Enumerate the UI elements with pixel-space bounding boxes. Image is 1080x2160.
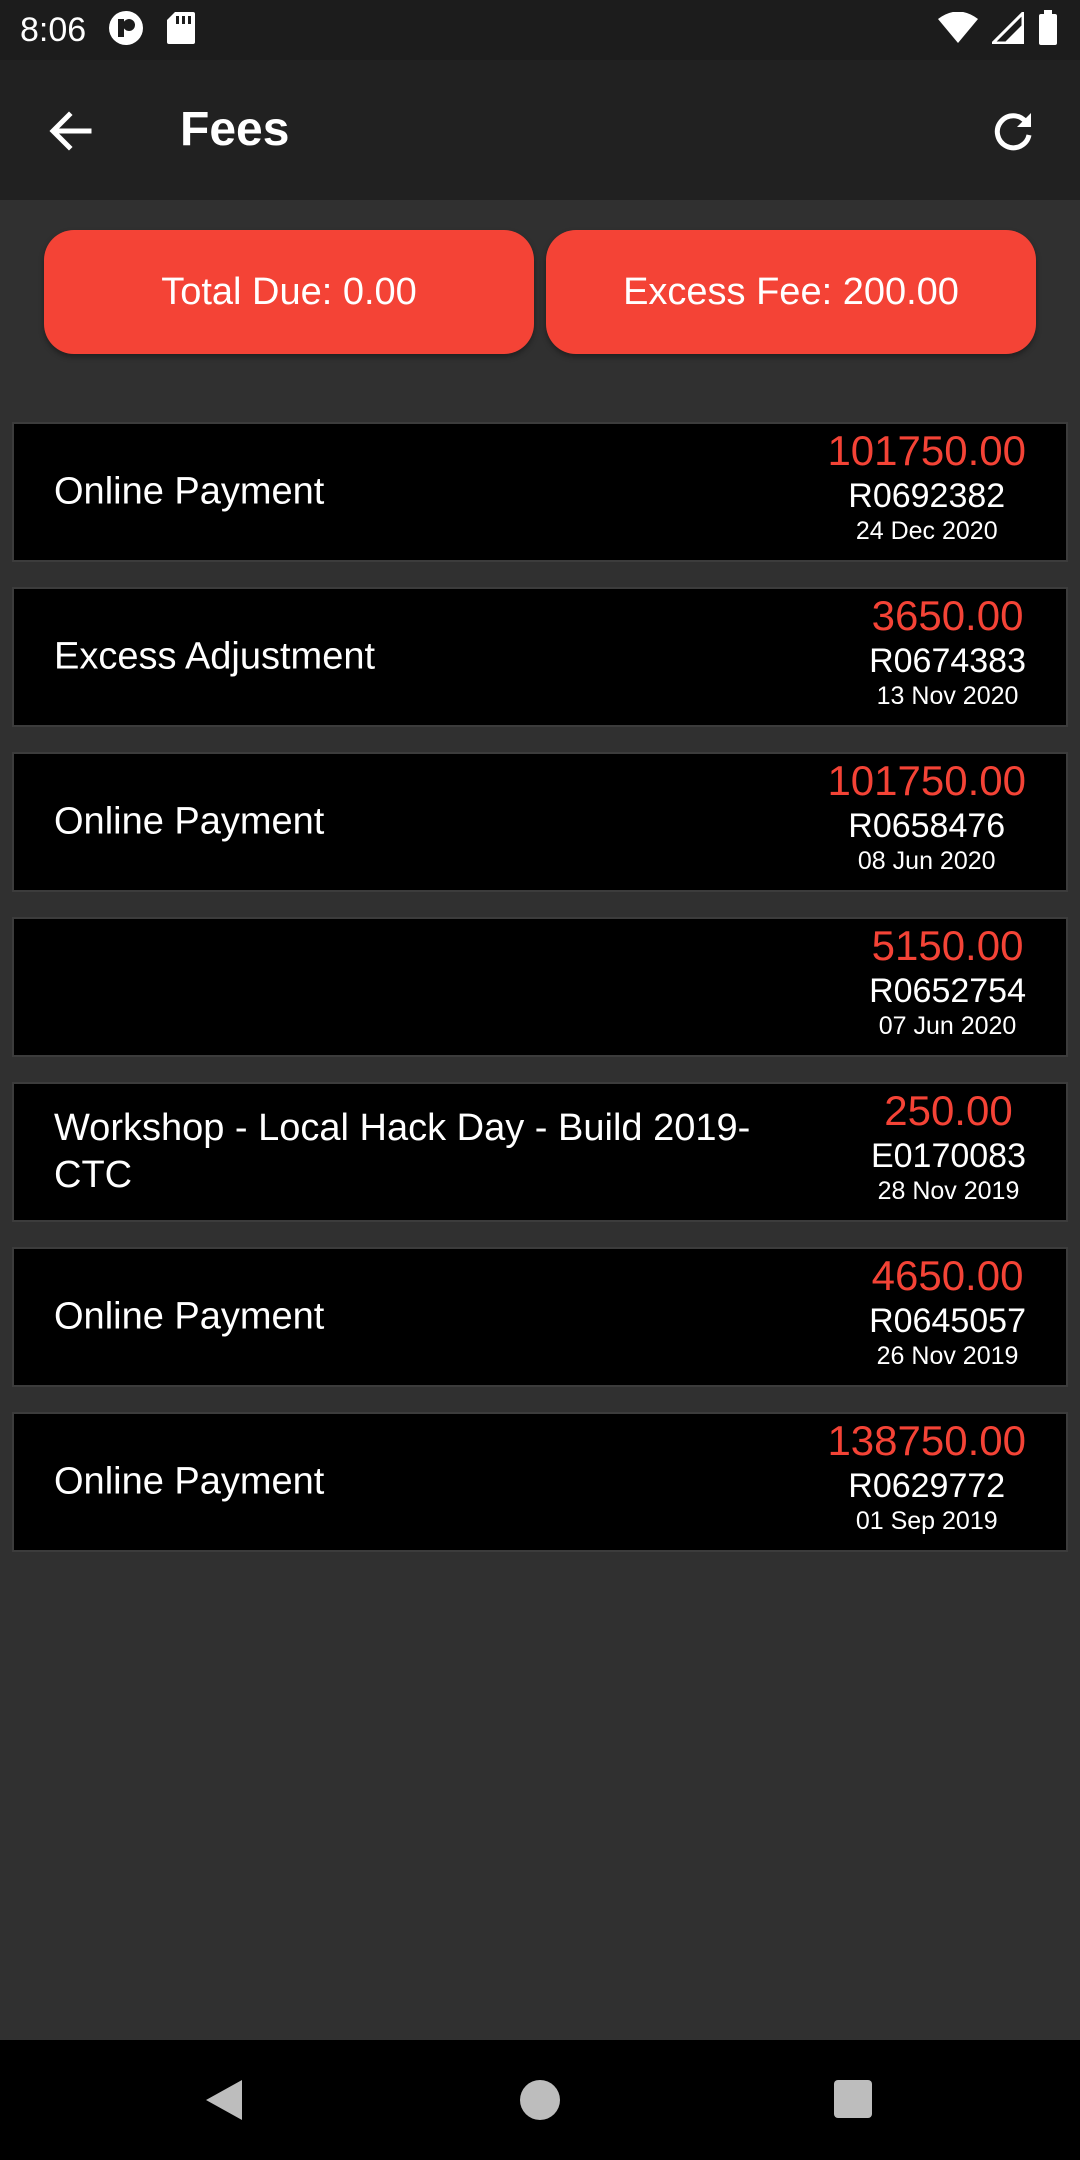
transaction-date: 13 Nov 2020 — [876, 682, 1019, 710]
transaction-receipt: E0170083 — [870, 1137, 1026, 1175]
transaction-item[interactable]: 5150.00 R0652754 07 Jun 2020 — [12, 917, 1068, 1057]
app-bar: Fees — [0, 60, 1080, 200]
back-button[interactable] — [40, 100, 102, 162]
transaction-amount: 101750.00 — [827, 757, 1026, 804]
transaction-item[interactable]: Online Payment 101750.00 R0658476 08 Jun… — [12, 752, 1068, 892]
transaction-amount: 250.00 — [884, 1087, 1013, 1134]
transaction-date: 08 Jun 2020 — [857, 847, 996, 875]
nav-home-icon[interactable] — [520, 2080, 560, 2120]
nav-back-button[interactable] — [204, 2078, 244, 2127]
wifi-icon — [938, 11, 978, 49]
transaction-date: 07 Jun 2020 — [878, 1012, 1017, 1040]
transaction-amount: 101750.00 — [827, 427, 1026, 474]
transaction-list: Online Payment 101750.00 R0692382 24 Dec… — [12, 422, 1068, 1577]
transaction-item[interactable]: Online Payment 4650.00 R0645057 26 Nov 2… — [12, 1247, 1068, 1387]
system-nav-bar — [0, 2040, 1080, 2160]
signal-icon — [989, 8, 1025, 49]
transaction-receipt: R0674383 — [869, 642, 1026, 680]
transaction-description: Online Payment — [54, 1295, 325, 1338]
transaction-amount: 138750.00 — [827, 1417, 1026, 1464]
status-bar: 8:06 — [0, 0, 1080, 60]
transaction-description: Excess Adjustment — [54, 635, 376, 678]
transaction-receipt: R0692382 — [848, 477, 1006, 515]
transaction-receipt: R0658476 — [848, 807, 1006, 845]
transaction-description: Online Payment — [54, 800, 325, 843]
total-due-button[interactable]: Total Due: 0.00 — [44, 230, 534, 354]
transaction-item[interactable]: Workshop - Local Hack Day - Build 2019-C… — [12, 1082, 1068, 1222]
excess-fee-button[interactable]: Excess Fee: 200.00 — [546, 230, 1036, 354]
refresh-icon — [994, 113, 1032, 151]
transaction-receipt: R0645057 — [869, 1302, 1026, 1340]
transaction-receipt: R0629772 — [848, 1467, 1006, 1505]
transaction-description: Workshop - Local Hack Day - Build 2019-C… — [54, 1107, 751, 1196]
transaction-item[interactable]: Excess Adjustment 3650.00 R0674383 13 No… — [12, 587, 1068, 727]
refresh-button[interactable] — [982, 100, 1044, 162]
battery-icon — [1038, 9, 1058, 51]
transaction-date: 24 Dec 2020 — [855, 517, 998, 545]
nav-recent-icon[interactable] — [834, 2080, 872, 2118]
sd-card-icon — [166, 11, 196, 50]
transaction-amount: 4650.00 — [871, 1252, 1024, 1299]
status-time: 8:06 — [20, 10, 87, 49]
transaction-date: 01 Sep 2019 — [855, 1507, 998, 1535]
transaction-description: Online Payment — [54, 1460, 325, 1503]
arrow-left-icon — [49, 111, 92, 151]
transaction-date: 26 Nov 2019 — [876, 1342, 1019, 1370]
transaction-amount: 3650.00 — [871, 592, 1024, 639]
page-title: Fees — [180, 103, 290, 156]
transaction-description: Online Payment — [54, 470, 325, 513]
transaction-item[interactable]: Online Payment 101750.00 R0692382 24 Dec… — [12, 422, 1068, 562]
transaction-item[interactable]: Online Payment 138750.00 R0629772 01 Sep… — [12, 1412, 1068, 1552]
transaction-receipt: R0652754 — [869, 972, 1026, 1010]
transaction-date: 28 Nov 2019 — [877, 1177, 1020, 1205]
nav-back-icon — [206, 2080, 242, 2120]
transaction-amount: 5150.00 — [871, 922, 1024, 969]
notification-icon — [108, 10, 144, 51]
